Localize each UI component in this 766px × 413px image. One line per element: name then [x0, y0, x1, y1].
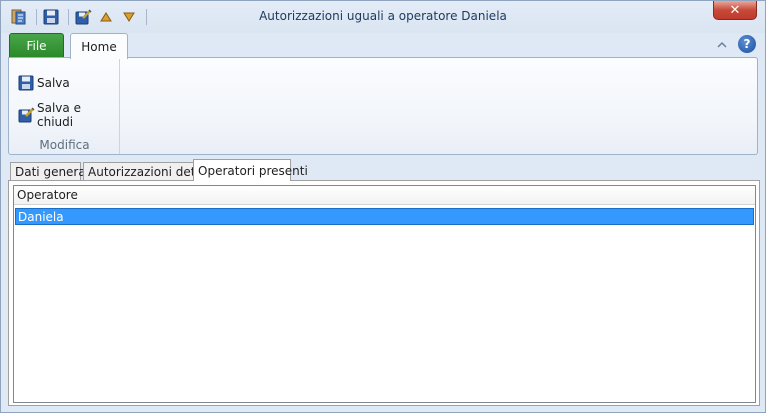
save-button-label: Salva — [37, 76, 70, 90]
help-icon[interactable]: ? — [738, 35, 756, 53]
table-row[interactable]: Daniela — [15, 208, 754, 225]
collapse-ribbon-icon[interactable] — [715, 38, 729, 52]
ribbon-tab-row: File Home ? — [1, 33, 765, 59]
tab-autorizzazioni-dettagli[interactable]: Autorizzazioni dettagli — [83, 162, 222, 180]
column-header-operatore[interactable]: Operatore — [14, 186, 755, 205]
save-icon — [17, 74, 35, 92]
ribbon-group-modifica: Salva Salva e chiudi Modifica — [9, 58, 120, 154]
detail-tabs: Dati generali Autorizzazioni dettagli Op… — [8, 158, 760, 181]
window-title: Autorizzazioni uguali a operatore Daniel… — [259, 9, 507, 23]
close-button[interactable]: ✕ — [713, 1, 757, 20]
arrow-down-icon[interactable] — [119, 7, 139, 27]
save-close-icon[interactable] — [73, 7, 93, 27]
ribbon-panel: Salva Salva e chiudi Modifica — [8, 57, 758, 155]
title-bar: Autorizzazioni uguali a operatore Daniel… — [1, 1, 765, 33]
file-tab[interactable]: File — [9, 33, 64, 57]
tab-operatori-presenti[interactable]: Operatori presenti — [193, 159, 308, 181]
arrow-up-icon[interactable] — [96, 7, 116, 27]
cell-operatore: Daniela — [18, 209, 64, 224]
ribbon-group-label: Modifica — [39, 138, 90, 152]
save-and-close-button-label: Salva e chiudi — [37, 101, 81, 129]
save-and-close-button[interactable]: Salva e chiudi — [17, 101, 119, 129]
tab-dati-generali[interactable]: Dati generali — [10, 162, 92, 180]
content-area: Dati generali Autorizzazioni dettagli Op… — [8, 158, 760, 406]
save-button[interactable]: Salva — [17, 72, 70, 94]
main-window: Autorizzazioni uguali a operatore Daniel… — [0, 0, 766, 413]
home-tab[interactable]: Home — [70, 33, 128, 59]
app-icon[interactable] — [9, 7, 29, 27]
toolbar-separator — [146, 9, 147, 25]
toolbar-separator — [36, 9, 37, 25]
tab-panel-operatori-presenti: Operatore Daniela — [8, 180, 760, 406]
quick-access-toolbar — [9, 7, 151, 27]
save-icon[interactable] — [41, 7, 61, 27]
toolbar-separator — [68, 9, 69, 25]
save-close-icon — [17, 106, 35, 124]
operatori-grid[interactable]: Operatore Daniela — [13, 185, 756, 403]
